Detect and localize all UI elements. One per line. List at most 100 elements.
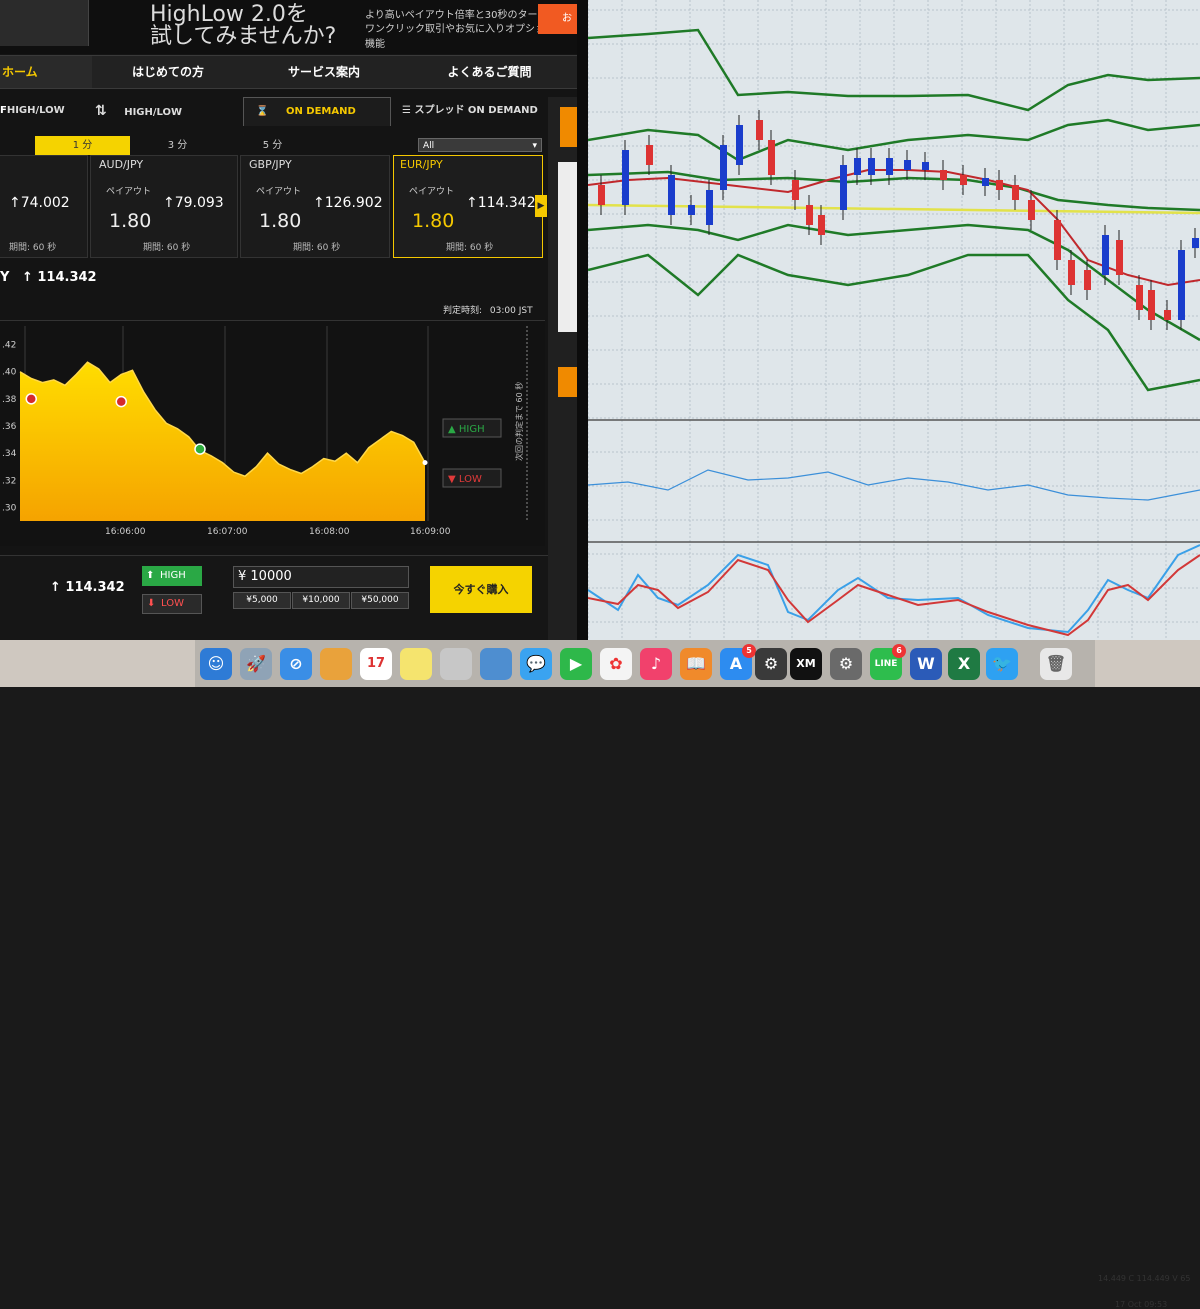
trade-marker-red[interactable]: [25, 393, 37, 405]
nav-faq[interactable]: よくあるご質問: [402, 56, 577, 88]
candlestick: [1102, 235, 1109, 275]
notes-icon[interactable]: [320, 648, 352, 680]
judge-time: 判定時刻: 03:00 JST: [443, 303, 533, 316]
launchpad-icon[interactable]: 🚀: [240, 648, 272, 680]
judge-time-value: 03:00 JST: [489, 306, 533, 316]
window-divider: [577, 0, 588, 640]
down-arrow-icon: ⬇: [147, 598, 156, 609]
rail-tab[interactable]: [558, 367, 577, 397]
appstore-icon[interactable]: A5: [720, 644, 756, 680]
candlestick: [1192, 238, 1199, 248]
candlestick: [706, 190, 713, 225]
y-tick-label: .34: [2, 449, 17, 459]
trade-marker-red[interactable]: [115, 395, 127, 408]
banner-cta-button[interactable]: お: [538, 4, 577, 34]
asset-card-aud-jpy[interactable]: AUD/JPY ペイアウト 1.80 ↑79.093 期間: 60 秒: [90, 155, 238, 258]
system-preferences-icon[interactable]: ⚙: [830, 648, 862, 680]
notes2-icon[interactable]: [400, 648, 432, 680]
quick-amount-10000[interactable]: ¥10,000: [292, 592, 350, 609]
line-icon[interactable]: LINE 6: [870, 644, 906, 680]
x-tick-label: 16:06:00: [105, 527, 146, 537]
candlestick: [922, 162, 929, 170]
nav-beginner[interactable]: はじめての方: [90, 56, 246, 88]
asset-period: 期間: 60 秒: [293, 243, 341, 253]
settings-icon[interactable]: ⚙: [755, 648, 787, 680]
asset-name: AUD/JPY: [99, 158, 144, 171]
tab-spread[interactable]: ☰ スプレッド ON DEMAND: [402, 97, 560, 125]
candlestick: [598, 185, 605, 205]
trade-panel: ↑ 114.342 ⬆ HIGH ⬇ LOW ¥ 10000 ¥5,000 ¥1…: [0, 555, 560, 640]
preview-icon[interactable]: [440, 648, 472, 680]
technical-chart: [588, 0, 1200, 640]
up-arrow-icon: ⬆: [146, 570, 155, 581]
line-badge: 6: [892, 644, 906, 658]
tab-highlow-label: HIGH/LOW: [124, 107, 183, 118]
asset-filter-select[interactable]: All ▾: [418, 138, 542, 152]
books-icon[interactable]: 📖: [680, 648, 712, 680]
price-chart-svg: .30 .32 .34 .36 .38 .40 .42 16:06:00 16:07:00 16:…: [2, 326, 528, 537]
duration-5min[interactable]: 5 分: [225, 136, 320, 155]
payout-value: 1.80: [109, 210, 152, 232]
asset-period: 期間: 60 秒: [9, 243, 57, 253]
chevron-down-icon: ▾: [532, 141, 537, 151]
mt-chart-window: [588, 0, 1200, 640]
main-nav: ホーム はじめての方 サービス案内 よくあるご質問: [0, 55, 577, 89]
safari-icon[interactable]: ⊘: [280, 648, 312, 680]
candlestick: [736, 125, 743, 165]
chart-high-tag[interactable]: ▲ HIGH: [442, 418, 502, 438]
excel-icon[interactable]: X: [948, 648, 980, 680]
y-tick-label: .40: [2, 368, 17, 378]
payout-label: ペイアウト: [409, 187, 455, 197]
svg-text:▼ LOW: ▼ LOW: [448, 474, 482, 485]
asset-card-gbp-jpy[interactable]: GBP/JPY ペイアウト 1.80 ↑126.902 期間: 60 秒: [240, 155, 390, 258]
y-tick-label: .38: [2, 395, 17, 405]
buy-now-button[interactable]: 今すぐ購入: [430, 566, 532, 613]
duration-1min[interactable]: 1 分: [35, 136, 130, 155]
quick-amount-50000[interactable]: ¥50,000: [351, 592, 409, 609]
asset-card-0[interactable]: ↑74.002 期間: 60 秒: [0, 155, 88, 258]
photos-app-icon[interactable]: ✿: [600, 648, 632, 680]
price-chart: .30 .32 .34 .36 .38 .40 .42 16:06:00 16:07:00 16:…: [0, 320, 545, 546]
photos-icon[interactable]: [480, 648, 512, 680]
facetime-icon[interactable]: ▶: [560, 648, 592, 680]
candlestick: [960, 175, 967, 185]
rail-tab[interactable]: [560, 107, 577, 147]
calendar-icon[interactable]: 17: [360, 648, 392, 680]
word-icon[interactable]: W: [910, 648, 942, 680]
chart-low-tag[interactable]: ▼ LOW: [442, 468, 502, 488]
high-button[interactable]: ⬆ HIGH: [142, 566, 202, 586]
nav-home[interactable]: ホーム: [0, 56, 92, 88]
option-tabs: FHIGH/LOW ⇅ HIGH/LOW ⌛ ON DEMAND ☰ スプレッド…: [0, 97, 560, 126]
trade-marker-green[interactable]: [194, 443, 206, 455]
y-tick-label: .42: [2, 341, 16, 351]
candlestick: [756, 120, 763, 140]
banner-thumbnail: [0, 0, 89, 46]
twitter-icon[interactable]: 🐦: [986, 648, 1018, 680]
tab-highlow-left[interactable]: FHIGH/LOW: [0, 97, 86, 125]
rail-tab[interactable]: [558, 162, 577, 332]
asset-name: GBP/JPY: [249, 158, 292, 171]
y-tick-label: .30: [2, 503, 17, 513]
candlestick: [868, 158, 875, 175]
finder-icon[interactable]: ☺: [200, 648, 232, 680]
xm-icon[interactable]: XM: [790, 648, 822, 680]
candlestick: [768, 140, 775, 175]
messages-icon[interactable]: 💬: [520, 648, 552, 680]
music-icon[interactable]: ♪: [640, 648, 672, 680]
tab-highlow[interactable]: ⇅ HIGH/LOW: [95, 97, 235, 125]
asset-next-arrow[interactable]: ▶: [535, 195, 547, 217]
tab-on-demand[interactable]: ⌛ ON DEMAND: [243, 97, 391, 126]
asset-card-eur-jpy[interactable]: EUR/JPY ペイアウト 1.80 ↑114.342 期間: 60 秒: [393, 155, 543, 258]
trash-icon[interactable]: 🗑: [1040, 648, 1072, 680]
promo-banner[interactable]: HighLow 2.0を 試してみませんか? より高いペイアウト倍率と30秒のタ…: [0, 0, 577, 54]
low-button[interactable]: ⬇ LOW: [142, 594, 202, 614]
svg-text:▲ HIGH: ▲ HIGH: [448, 424, 485, 435]
quick-amount-5000[interactable]: ¥5,000: [233, 592, 291, 609]
duration-3min[interactable]: 3 分: [130, 136, 225, 155]
asset-rate: ↑126.902: [313, 195, 383, 211]
y-tick-label: .32: [2, 476, 16, 486]
amount-input[interactable]: ¥ 10000: [233, 566, 409, 588]
candlestick: [646, 145, 653, 165]
nav-services[interactable]: サービス案内: [246, 56, 402, 88]
candlestick: [668, 175, 675, 215]
